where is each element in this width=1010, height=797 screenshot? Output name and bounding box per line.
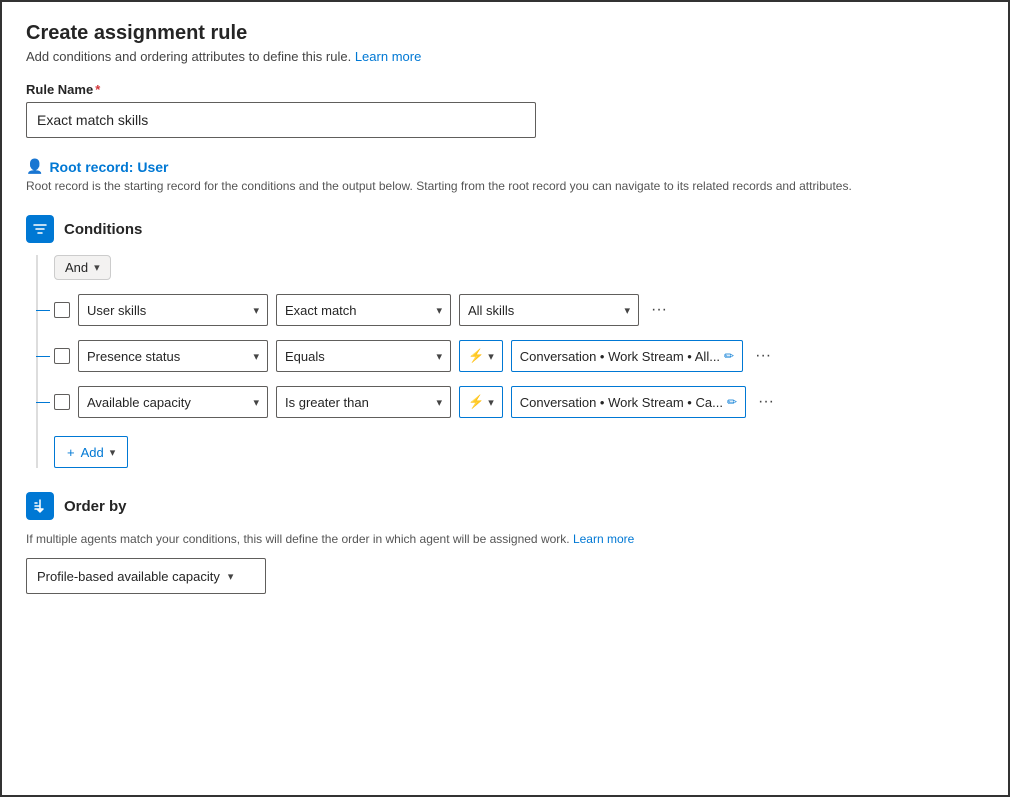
chevron-down-icon: ▾ [488,350,494,363]
order-by-header: Order by [26,492,984,520]
lightning-icon: ⚡ [468,348,484,364]
more-options-button-2[interactable]: ··· [751,340,775,372]
edit-icon[interactable]: ✏ [727,395,737,409]
conditions-icon [26,215,54,243]
page-title: Create assignment rule [26,22,984,45]
root-record-desc: Root record is the starting record for t… [26,179,984,193]
field-dropdown-3[interactable]: Available capacity ▾ [78,386,268,418]
conditions-section: Conditions And ▾ User skills ▾ Exact mat… [26,215,984,468]
more-options-button-3[interactable]: ··· [754,386,778,418]
chevron-down-icon: ▾ [488,396,494,409]
conditions-title: Conditions [64,221,142,238]
user-icon: 👤 [26,158,43,175]
order-by-section: Order by If multiple agents match your c… [26,492,984,594]
rule-name-section: Rule Name* [26,82,984,158]
order-by-dropdown[interactable]: Profile-based available capacity ▾ [26,558,266,594]
condition-checkbox-2[interactable] [54,348,70,364]
rule-name-label: Rule Name* [26,82,984,97]
chevron-down-icon: ▾ [228,570,234,583]
condition-row: Presence status ▾ Equals ▾ ⚡ ▾ Conversat… [54,340,984,372]
order-by-desc: If multiple agents match your conditions… [26,532,984,546]
lightning-icon: ⚡ [468,394,484,410]
more-options-button-1[interactable]: ··· [647,294,671,326]
chevron-down-icon: ▾ [253,350,259,363]
order-by-icon [26,492,54,520]
condition-checkbox-3[interactable] [54,394,70,410]
chevron-down-icon: ▾ [253,396,259,409]
chevron-down-icon: ▾ [253,304,259,317]
chevron-down-icon: ▾ [436,304,442,317]
condition-row: Available capacity ▾ Is greater than ▾ ⚡… [54,386,984,418]
and-dropdown[interactable]: And ▾ [54,255,111,280]
conditions-header: Conditions [26,215,984,243]
order-learn-more-link[interactable]: Learn more [573,532,634,546]
lightning-button-3[interactable]: ⚡ ▾ [459,386,503,418]
chevron-down-icon: ▾ [110,446,116,459]
conditions-container: And ▾ User skills ▾ Exact match ▾ All sk… [36,255,984,468]
condition-checkbox-1[interactable] [54,302,70,318]
condition-row: User skills ▾ Exact match ▾ All skills ▾… [54,294,984,326]
operator-dropdown-1[interactable]: Exact match ▾ [276,294,451,326]
chevron-down-icon: ▾ [94,261,100,274]
root-record-section: 👤 Root record: User Root record is the s… [26,158,984,193]
add-condition-button[interactable]: + Add ▾ [54,436,128,468]
field-dropdown-2[interactable]: Presence status ▾ [78,340,268,372]
lightning-button-2[interactable]: ⚡ ▾ [459,340,503,372]
chevron-down-icon: ▾ [436,350,442,363]
value-field-1[interactable]: All skills ▾ [459,294,639,326]
edit-icon[interactable]: ✏ [724,349,734,363]
rule-name-input[interactable] [26,102,536,138]
value-with-edit-3[interactable]: Conversation • Work Stream • Ca... ✏ [511,386,746,418]
chevron-down-icon: ▾ [436,396,442,409]
chevron-down-icon: ▾ [624,304,630,317]
page-subtitle: Add conditions and ordering attributes t… [26,49,984,64]
root-record-title: 👤 Root record: User [26,158,984,175]
operator-dropdown-2[interactable]: Equals ▾ [276,340,451,372]
learn-more-link[interactable]: Learn more [355,49,421,64]
plus-icon: + [67,445,75,460]
order-by-title: Order by [64,498,127,515]
value-with-edit-2[interactable]: Conversation • Work Stream • All... ✏ [511,340,743,372]
operator-dropdown-3[interactable]: Is greater than ▾ [276,386,451,418]
field-dropdown-1[interactable]: User skills ▾ [78,294,268,326]
